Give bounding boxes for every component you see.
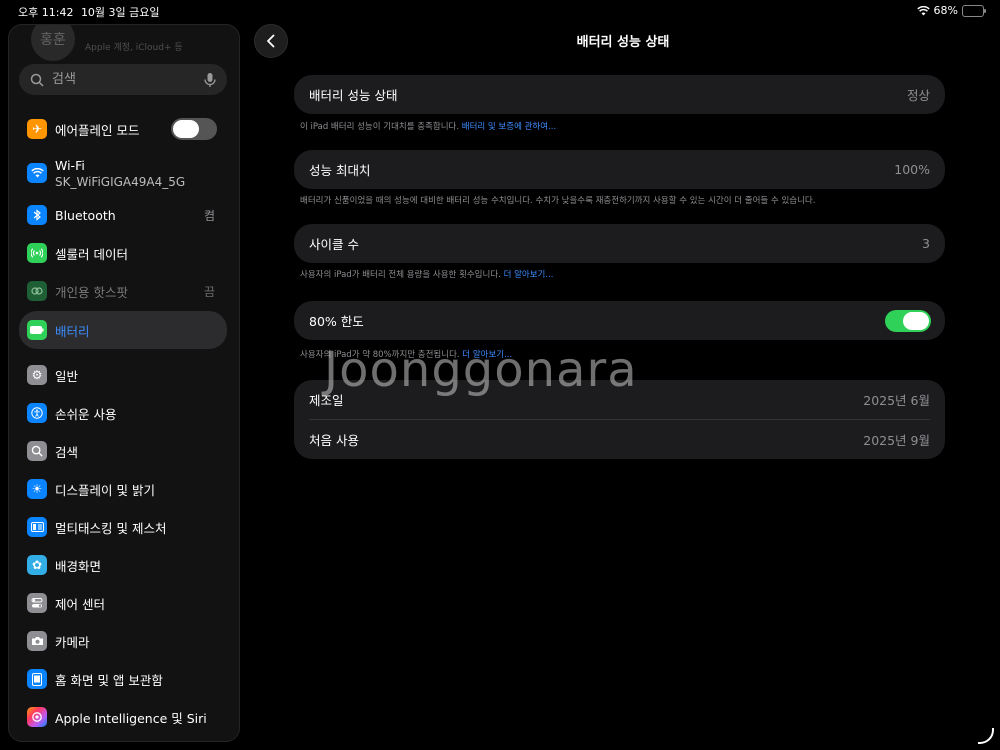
cycle-count-row: 사이클 수 3 bbox=[294, 224, 945, 263]
accessibility-icon bbox=[27, 403, 47, 423]
control-center-icon bbox=[27, 593, 47, 613]
sidebar-item-wifi[interactable]: Wi-Fi SK_WiFiGIGA49A4_5G bbox=[19, 151, 227, 195]
status-date: 10월 3일 금요일 bbox=[80, 6, 160, 19]
cycle-count-label: 사이클 수 bbox=[309, 237, 359, 252]
battery-health-label: 배터리 성능 상태 bbox=[309, 88, 398, 103]
corner-indicator bbox=[978, 728, 994, 744]
sidebar-item-label: 에어플레인 모드 bbox=[55, 122, 140, 138]
max-capacity-row: 성능 최대치 100% bbox=[294, 150, 945, 189]
cellular-icon bbox=[27, 243, 47, 263]
search-icon bbox=[30, 73, 44, 87]
status-time: 오후 11:42 bbox=[18, 6, 74, 19]
profile-subtitle: Apple 계정, iCloud+ 등 bbox=[85, 42, 183, 53]
sidebar-item-label: 손쉬운 사용 bbox=[55, 406, 117, 422]
profile-header[interactable]: 홍훈 Apple 계정, iCloud+ 등 bbox=[31, 25, 183, 61]
wallpaper-icon: ✿ bbox=[27, 555, 47, 575]
back-button[interactable] bbox=[254, 24, 288, 58]
max-capacity-label: 성능 최대치 bbox=[309, 163, 371, 178]
cycle-count-value: 3 bbox=[922, 236, 930, 251]
sidebar-item-label: 디스플레이 및 밝기 bbox=[55, 482, 155, 498]
status-indicators: 68% bbox=[916, 4, 986, 17]
bluetooth-status: 켬 bbox=[203, 208, 215, 223]
battery-status-icon bbox=[962, 4, 986, 17]
sidebar-item-multitasking[interactable]: 멀티태스킹 및 제스처 bbox=[19, 509, 227, 545]
first-use-row: 처음 사용 2025년 9월 bbox=[309, 419, 930, 459]
wifi-status-icon bbox=[916, 5, 930, 15]
battery-health-row[interactable]: 배터리 성능 상태 정상 bbox=[294, 75, 945, 114]
home-screen-icon bbox=[27, 669, 47, 689]
chevron-left-icon bbox=[267, 34, 275, 48]
cycle-count-note: 사용자의 iPad가 배터리 전체 용량을 사용한 횟수입니다. 더 알아보기.… bbox=[300, 268, 553, 280]
charge-limit-toggle[interactable] bbox=[885, 309, 931, 332]
manufacture-date-value: 2025년 6월 bbox=[863, 393, 930, 408]
sidebar-item-airplane[interactable]: ✈ 에어플레인 모드 bbox=[19, 111, 227, 147]
sidebar-item-cellular[interactable]: 셀룰러 데이터 bbox=[19, 235, 227, 271]
sidebar-item-home-screen[interactable]: 홈 화면 및 앱 보관함 bbox=[19, 661, 227, 697]
charge-limit-label: 80% 한도 bbox=[309, 314, 364, 329]
charge-limit-card: 80% 한도 bbox=[294, 301, 945, 340]
battery-icon bbox=[27, 320, 47, 340]
sidebar-item-wallpaper[interactable]: ✿ 배경화면 bbox=[19, 547, 227, 583]
watermark-text: Joonggonara bbox=[324, 342, 638, 398]
hotspot-status: 끔 bbox=[203, 284, 215, 299]
sidebar-item-label: 홈 화면 및 앱 보관함 bbox=[55, 672, 163, 688]
brightness-icon: ☀ bbox=[27, 479, 47, 499]
airplane-icon: ✈ bbox=[27, 119, 47, 139]
sidebar-item-siri[interactable]: Apple Intelligence 및 Siri bbox=[19, 699, 227, 735]
sidebar-item-control-center[interactable]: 제어 센터 bbox=[19, 585, 227, 621]
battery-health-card[interactable]: 배터리 성능 상태 정상 bbox=[294, 75, 945, 114]
max-capacity-note: 배터리가 신품이었을 때의 성능에 대비한 배터리 성능 수치입니다. 수치가 … bbox=[300, 196, 816, 206]
wifi-icon bbox=[27, 163, 47, 183]
battery-percent: 68% bbox=[933, 4, 958, 17]
sidebar-item-label: Apple Intelligence 및 Siri bbox=[55, 710, 207, 726]
first-use-value: 2025년 9월 bbox=[863, 433, 930, 448]
sidebar-item-bluetooth[interactable]: Bluetooth 켬 bbox=[19, 197, 227, 233]
wifi-network-name: SK_WiFiGIGA49A4_5G bbox=[55, 174, 186, 189]
microphone-icon[interactable] bbox=[203, 72, 217, 88]
max-capacity-value: 100% bbox=[894, 162, 930, 177]
battery-health-note-text: 이 iPad 배터리 성능이 기대치를 충족합니다. bbox=[300, 122, 460, 132]
settings-sidebar: 홍훈 Apple 계정, iCloud+ 등 ✈ 에어플레인 모드 Wi-Fi … bbox=[8, 24, 240, 742]
sidebar-item-battery[interactable]: 배터리 bbox=[19, 311, 227, 349]
search-bar[interactable] bbox=[19, 64, 227, 95]
sidebar-item-label: 카메라 bbox=[55, 634, 90, 650]
sidebar-item-label: Wi-Fi bbox=[55, 157, 85, 173]
sidebar-item-label: Bluetooth bbox=[55, 207, 116, 223]
sidebar-item-label: 멀티태스킹 및 제스처 bbox=[55, 520, 167, 536]
multitasking-icon bbox=[27, 517, 47, 537]
sidebar-item-label: 제어 센터 bbox=[55, 596, 105, 612]
sidebar-item-display[interactable]: ☀ 디스플레이 및 밝기 bbox=[19, 471, 227, 507]
search-icon bbox=[27, 441, 47, 461]
camera-icon bbox=[27, 631, 47, 651]
search-input[interactable] bbox=[50, 71, 194, 88]
sidebar-item-label: 배경화면 bbox=[55, 558, 102, 574]
cycle-count-card: 사이클 수 3 bbox=[294, 224, 945, 263]
sidebar-item-search[interactable]: 검색 bbox=[19, 433, 227, 469]
status-time-date: 오후 11:42 10월 3일 금요일 bbox=[18, 4, 160, 20]
sidebar-item-hotspot[interactable]: 개인용 핫스팟 끔 bbox=[19, 273, 227, 309]
sidebar-item-accessibility[interactable]: 손쉬운 사용 bbox=[19, 395, 227, 431]
cycle-count-note-text: 사용자의 iPad가 배터리 전체 용량을 사용한 횟수입니다. bbox=[300, 270, 501, 280]
max-capacity-card: 성능 최대치 100% bbox=[294, 150, 945, 189]
page-title: 배터리 성능 상태 bbox=[576, 35, 670, 50]
sidebar-item-label: 검색 bbox=[55, 444, 79, 460]
battery-warranty-link[interactable]: 배터리 및 보증에 관하여... bbox=[462, 122, 556, 132]
hotspot-icon bbox=[27, 281, 47, 301]
sidebar-item-general[interactable]: ⚙ 일반 bbox=[19, 357, 227, 393]
avatar: 홍훈 bbox=[31, 25, 75, 61]
bluetooth-icon bbox=[27, 205, 47, 225]
sidebar-item-camera[interactable]: 카메라 bbox=[19, 623, 227, 659]
siri-icon bbox=[27, 707, 47, 727]
first-use-label: 처음 사용 bbox=[309, 433, 359, 448]
sidebar-item-label: 배터리 bbox=[55, 323, 90, 339]
battery-health-value: 정상 bbox=[906, 88, 930, 103]
airplane-toggle[interactable] bbox=[171, 118, 217, 140]
cycle-learn-more-link[interactable]: 더 알아보기... bbox=[504, 270, 554, 280]
battery-health-note: 이 iPad 배터리 성능이 기대치를 충족합니다. 배터리 및 보증에 관하여… bbox=[300, 120, 556, 132]
sidebar-item-label: 셀룰러 데이터 bbox=[55, 246, 128, 262]
charge-limit-row: 80% 한도 bbox=[294, 301, 945, 340]
sidebar-item-label: 개인용 핫스팟 bbox=[55, 284, 128, 300]
gear-icon: ⚙ bbox=[27, 365, 47, 385]
sidebar-item-label: 일반 bbox=[55, 368, 79, 384]
